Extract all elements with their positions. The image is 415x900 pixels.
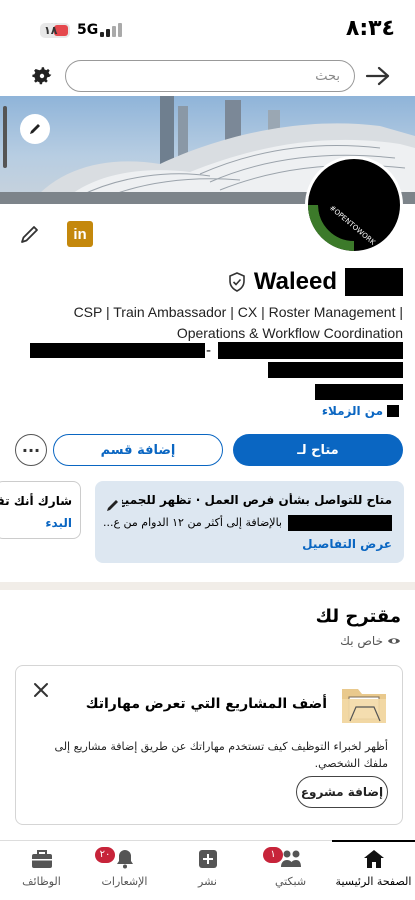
nav-notifications[interactable]: ٢٠ الإشعارات (83, 841, 166, 900)
search-bar[interactable] (65, 60, 355, 92)
section-divider (0, 582, 415, 590)
suggested-subtitle: خاص بك (340, 634, 401, 648)
profile-headline: CSP | Train Ambassador | CX | Roster Man… (73, 304, 403, 341)
my-network-badge: ١ (263, 847, 283, 863)
search-input[interactable] (66, 61, 354, 91)
nav-home-label: الصفحة الرئيسية (335, 875, 412, 888)
home-icon (363, 849, 385, 869)
verified-shield-icon[interactable] (228, 272, 246, 292)
separator-dash: - (206, 343, 212, 359)
profile-name: Waleed (253, 268, 337, 295)
redacted-surname (345, 268, 403, 296)
share-card-title: شارك أنك تقو (0, 494, 72, 508)
open-to-work-title: متاح للتواصل بشأن فرص العمل · تظهر للجمي… (122, 493, 392, 507)
plus-square-icon (197, 849, 219, 869)
back-arrow-icon[interactable] (365, 64, 391, 88)
redacted-text (288, 515, 392, 531)
colleagues-link[interactable]: من الزملاء (322, 404, 399, 418)
open-to-work-details-row: بالإضافة إلى أكثر من ١٢ الدوام من ع... (103, 515, 392, 532)
open-to-work-card[interactable]: متاح للتواصل بشأن فرص العمل · تظهر للجمي… (95, 481, 404, 563)
redacted-text (268, 362, 403, 378)
get-started-link[interactable]: البدء (45, 516, 72, 530)
folder-icon (340, 683, 388, 725)
nav-jobs-label: الوظائف (22, 875, 61, 888)
network-type: 5G (77, 22, 99, 38)
linkedin-icon[interactable]: in (67, 221, 93, 247)
bottom-navigation: الوظائف ٢٠ الإشعارات نشر ١ شبكتي الصفحة … (0, 840, 415, 900)
private-to-you-label: خاص بك (340, 634, 383, 648)
signal-icon (100, 23, 124, 37)
eye-icon (388, 638, 400, 644)
colleagues-label: من الزملاء (321, 404, 383, 418)
redacted-text (218, 342, 403, 359)
add-section-button[interactable]: إضافة قسم (53, 434, 223, 466)
edit-intro-pencil-icon[interactable] (18, 222, 44, 248)
status-bar: ١٨ 5G ٨:٣٤ (0, 0, 415, 58)
more-options-button[interactable]: ··· (15, 434, 47, 466)
redacted-text (30, 343, 205, 358)
add-projects-title: أضف المشاريع التي تعرض مهاراتك (85, 696, 327, 712)
edit-cover-button[interactable] (20, 114, 50, 144)
nav-home[interactable]: الصفحة الرئيسية (332, 840, 415, 900)
share-hiring-card[interactable]: شارك أنك تقو البدء (0, 481, 81, 539)
bell-icon (114, 849, 136, 869)
nav-post[interactable]: نشر (166, 841, 249, 900)
cover-scroll-bar (3, 106, 7, 168)
pencil-icon (30, 124, 40, 134)
add-projects-card: أضف المشاريع التي تعرض مهاراتك أظهر لخبر… (15, 665, 403, 825)
redacted-text (315, 384, 403, 400)
nav-post-label: نشر (198, 875, 217, 888)
close-icon[interactable] (33, 682, 49, 698)
open-to-work-ring: #OPENTOWORK (308, 204, 377, 251)
suggested-title: مقترح لك (315, 606, 401, 627)
clock: ٨:٣٤ (345, 16, 395, 41)
add-project-button[interactable]: إضافة مشروع (296, 776, 388, 808)
battery-level: ١٨ (44, 24, 58, 37)
open-to-button[interactable]: متاح لـ (233, 434, 403, 466)
nav-notifications-label: الإشعارات (101, 875, 148, 888)
edit-pencil-icon[interactable] (105, 497, 121, 513)
people-icon (280, 849, 302, 869)
add-projects-description: أظهر لخبراء التوظيف كيف تستخدم مهاراتك ع… (54, 740, 388, 770)
profile-avatar[interactable]: #OPENTOWORK (305, 156, 403, 254)
profile-name-row: Waleed (228, 266, 403, 298)
briefcase-icon (31, 849, 53, 869)
nav-my-network[interactable]: ١ شبكتي (249, 841, 332, 900)
battery-icon: ١٨ (40, 23, 70, 38)
nav-jobs[interactable]: الوظائف (0, 841, 83, 900)
view-details-link[interactable]: عرض التفاصيل (302, 537, 392, 551)
settings-gear-icon[interactable] (30, 64, 54, 88)
nav-my-network-label: شبكتي (274, 875, 307, 888)
open-to-work-details: بالإضافة إلى أكثر من ١٢ الدوام من ع... (102, 516, 282, 529)
notifications-badge: ٢٠ (95, 847, 115, 863)
